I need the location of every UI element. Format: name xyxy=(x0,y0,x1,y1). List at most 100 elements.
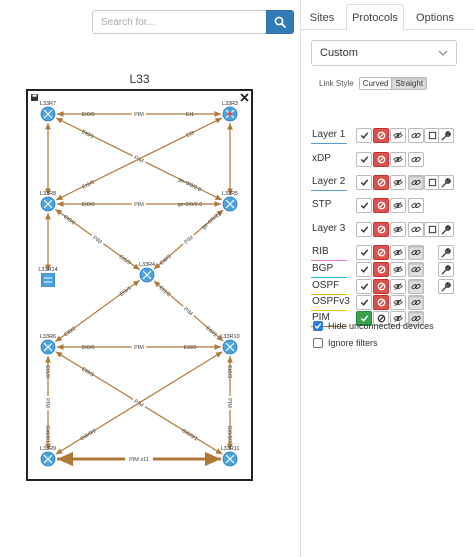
ospfv3-link-button[interactable] xyxy=(408,295,424,310)
topology-canvas[interactable]: Et0/0 PIM Et1Et0/1PIMge-0/0/2.0Et3Et1/0Et0… xyxy=(28,91,251,479)
tab-options[interactable]: Options xyxy=(407,4,463,31)
layer-1-block-button[interactable] xyxy=(373,128,389,143)
link-r6-r10[interactable]: Et0/0 PIM Et0/0 xyxy=(57,343,221,352)
search-input[interactable] xyxy=(92,10,266,34)
layer-3-link-button[interactable] xyxy=(408,222,424,237)
link-b-label: Et0/1 xyxy=(204,325,218,338)
bgp-wrench-button[interactable] xyxy=(438,262,454,277)
layer-2-block-button[interactable] xyxy=(373,175,389,190)
router-r10[interactable]: L33R10 xyxy=(220,334,240,355)
link-b-label: Gi0/0/1 xyxy=(44,425,50,443)
bgp-block-button[interactable] xyxy=(373,262,389,277)
ospf-block-button[interactable] xyxy=(373,279,389,294)
ospfv3-block-button[interactable] xyxy=(373,295,389,310)
layer-1-wrench-button[interactable] xyxy=(438,128,454,143)
topology-diagram[interactable]: Et0/0 PIM Et1 Et0/1 PIM ge-0/0/2.0 Et3 Et1/0 Et0… xyxy=(26,89,253,481)
xdp-check-button[interactable] xyxy=(356,152,372,167)
router-r9[interactable]: L33R9 xyxy=(40,446,56,467)
checkbox[interactable] xyxy=(313,321,323,331)
eye-slash-icon xyxy=(393,298,403,307)
link-r4-r10[interactable]: Et1/2PIMEt0/1 xyxy=(153,280,224,342)
link-r6-r9[interactable]: Et1/0 PIM Gi0/0/1 xyxy=(44,356,52,450)
option-ignore-filters[interactable]: Ignore filters xyxy=(313,336,378,350)
xdp-eye-button[interactable] xyxy=(390,152,406,167)
layer-2-wrench-button[interactable] xyxy=(438,175,454,190)
link-r8-r4[interactable]: Et0/2PIMEt1/0 xyxy=(54,208,141,271)
link-r7-r3[interactable]: Et0/0 PIM Et1 xyxy=(57,110,221,119)
save-icon[interactable] xyxy=(31,94,38,101)
layer-1-link-button[interactable] xyxy=(408,128,424,143)
link-a-label: Et1/0 xyxy=(44,365,50,378)
router-r5[interactable]: L33R5 xyxy=(222,191,238,212)
layer-2-eye-button[interactable] xyxy=(390,175,406,190)
wrench-icon xyxy=(441,224,451,234)
rib-check-button[interactable] xyxy=(356,245,372,260)
link-mid-label: PIM x11 xyxy=(129,457,149,463)
stp-link-button[interactable] xyxy=(408,198,424,213)
link-r9-r11[interactable]: PIM x11 xyxy=(57,451,221,467)
protocol-row-ospfv3: OSPFv3 xyxy=(311,295,471,312)
option-hide-unconnected-devices[interactable]: Hide unconnected devices xyxy=(313,319,434,333)
stp-eye-button[interactable] xyxy=(390,198,406,213)
ospf-check-button[interactable] xyxy=(356,279,372,294)
link-a-label: Et1/2 xyxy=(158,285,172,298)
router-r14[interactable]: L33R14 xyxy=(38,267,58,287)
protocol-row-layer-3: Layer 3 xyxy=(311,222,471,239)
link-r8-r5[interactable]: Et0/0 PIM ge-0/0/0.0 xyxy=(57,200,221,209)
link-r5-r4[interactable]: ge-0/0/2.0PIMEt0/2 xyxy=(153,209,224,270)
block-icon xyxy=(377,282,385,291)
checkbox[interactable] xyxy=(313,338,323,348)
layer-3-block-button[interactable] xyxy=(373,222,389,237)
bgp-link-button[interactable] xyxy=(408,262,424,277)
panel-tabs: Sites Protocols Options xyxy=(301,0,474,31)
link-style-straight-button[interactable]: Straight xyxy=(392,76,428,90)
layer-2-check-button[interactable] xyxy=(356,175,372,190)
rib-wrench-button[interactable] xyxy=(438,245,454,260)
router-r6[interactable]: L33R6 xyxy=(40,334,56,355)
square-icon xyxy=(428,131,436,140)
link-style-curved-button[interactable]: Curved xyxy=(358,76,393,90)
tab-sites[interactable]: Sites xyxy=(301,4,343,31)
router-r4[interactable]: L33R4 xyxy=(139,262,155,283)
router-label: L33R8 xyxy=(40,191,56,197)
layer-3-check-button[interactable] xyxy=(356,222,372,237)
filter-panel: Sites Protocols Options Custom Link Styl… xyxy=(301,0,474,557)
rib-link-button[interactable] xyxy=(408,245,424,260)
xdp-block-button[interactable] xyxy=(373,152,389,167)
layer-3-wrench-button[interactable] xyxy=(438,222,454,237)
wrench-icon xyxy=(441,247,451,257)
router-r11[interactable]: L33R11 xyxy=(221,446,240,467)
ospf-wrench-button[interactable] xyxy=(438,279,454,294)
bgp-check-button[interactable] xyxy=(356,262,372,277)
ospf-eye-button[interactable] xyxy=(390,279,406,294)
preset-select[interactable]: Custom xyxy=(311,40,457,66)
protocol-label: Layer 2 xyxy=(312,176,346,187)
router-r3[interactable]: L33R3 xyxy=(222,101,238,122)
stp-check-button[interactable] xyxy=(356,198,372,213)
stp-block-button[interactable] xyxy=(373,198,389,213)
xdp-link-button[interactable] xyxy=(408,152,424,167)
bgp-eye-button[interactable] xyxy=(390,262,406,277)
link-mid-label: PIM xyxy=(226,398,232,408)
router-label: L33R6 xyxy=(40,334,56,340)
ospf-link-button[interactable] xyxy=(408,279,424,294)
close-icon[interactable] xyxy=(240,93,249,102)
link-icon xyxy=(411,266,421,273)
layer-1-eye-button[interactable] xyxy=(390,128,406,143)
topology-pane: L33 Et0/0PIMEt1Et0/1PIMge-0/0/2.0Et3Et1/… xyxy=(0,0,300,557)
ospfv3-eye-button[interactable] xyxy=(390,295,406,310)
layer-1-check-button[interactable] xyxy=(356,128,372,143)
search-button[interactable] xyxy=(266,10,294,34)
router-r7[interactable]: L33R7 xyxy=(40,101,56,122)
eye-slash-icon xyxy=(393,131,403,140)
router-r8[interactable]: L33R8 xyxy=(40,191,56,212)
layer-3-eye-button[interactable] xyxy=(390,222,406,237)
tab-protocols[interactable]: Protocols xyxy=(346,4,404,31)
rib-block-button[interactable] xyxy=(373,245,389,260)
rib-eye-button[interactable] xyxy=(390,245,406,260)
link-r10-r11[interactable]: Et0/3 PIM Gi0/0/3 xyxy=(226,356,234,450)
layer-2-link-button[interactable] xyxy=(408,175,424,190)
router-label: L33R3 xyxy=(222,101,238,107)
ospfv3-check-button[interactable] xyxy=(356,295,372,310)
link-r4-r6[interactable]: Et1/1Et0/2 xyxy=(54,279,141,343)
